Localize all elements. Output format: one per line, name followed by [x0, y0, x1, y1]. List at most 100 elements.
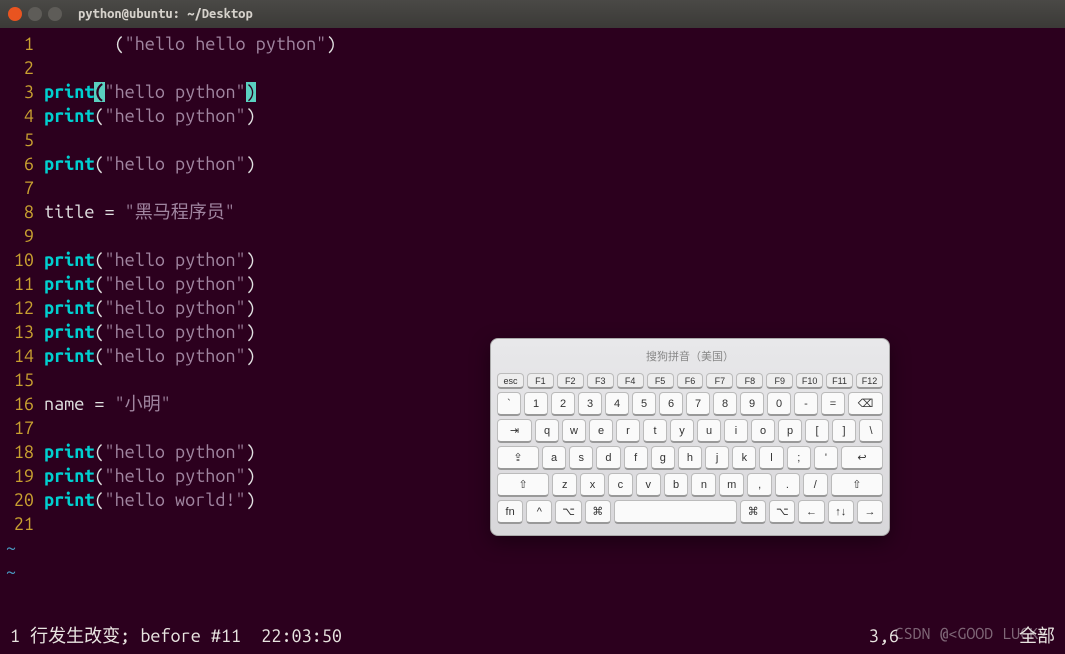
key-⇧[interactable]: ⇧ — [831, 473, 883, 497]
key-F9[interactable]: F9 — [766, 373, 793, 389]
terminal-editor[interactable]: 1 ("hello hello python")23print("hello p… — [0, 28, 1065, 654]
code-line[interactable]: 2 — [0, 56, 1065, 80]
key-k[interactable]: k — [732, 446, 756, 470]
key-d[interactable]: d — [596, 446, 620, 470]
key-y[interactable]: y — [670, 419, 694, 443]
key-/[interactable]: / — [803, 473, 828, 497]
code-line[interactable]: 1 ("hello hello python") — [0, 32, 1065, 56]
key-][interactable]: ] — [832, 419, 856, 443]
key-o[interactable]: o — [751, 419, 775, 443]
key-f[interactable]: f — [624, 446, 648, 470]
key-⌘[interactable]: ⌘ — [585, 500, 611, 524]
key-`[interactable]: ` — [497, 392, 521, 416]
code-line[interactable]: 7 — [0, 176, 1065, 200]
key-q[interactable]: q — [535, 419, 559, 443]
key-g[interactable]: g — [651, 446, 675, 470]
key-;[interactable]: ; — [787, 446, 811, 470]
key-z[interactable]: z — [552, 473, 577, 497]
code-line[interactable]: 5 — [0, 128, 1065, 152]
line-content[interactable]: print("hello python") — [44, 440, 256, 464]
key-4[interactable]: 4 — [605, 392, 629, 416]
line-content[interactable]: print("hello python") — [44, 80, 256, 104]
line-content[interactable]: print("hello python") — [44, 296, 256, 320]
code-line[interactable]: 11print("hello python") — [0, 272, 1065, 296]
line-content[interactable]: print("hello python") — [44, 320, 256, 344]
code-line[interactable]: 3print("hello python") — [0, 80, 1065, 104]
key-\[interactable]: \ — [859, 419, 883, 443]
key-'[interactable]: ' — [814, 446, 838, 470]
key-←[interactable]: ← — [798, 500, 824, 524]
line-content[interactable]: print("hello python") — [44, 152, 256, 176]
line-content[interactable]: print("hello python") — [44, 272, 256, 296]
key-⇪[interactable]: ⇪ — [497, 446, 539, 470]
code-line[interactable]: 9 — [0, 224, 1065, 248]
key-⌥[interactable]: ⌥ — [555, 500, 581, 524]
key-v[interactable]: v — [636, 473, 661, 497]
key-⌥[interactable]: ⌥ — [769, 500, 795, 524]
key-fn[interactable]: fn — [497, 500, 523, 524]
key-→[interactable]: → — [857, 500, 883, 524]
maximize-icon[interactable] — [48, 7, 62, 21]
key-⇥[interactable]: ⇥ — [497, 419, 532, 443]
key-i[interactable]: i — [724, 419, 748, 443]
key-F6[interactable]: F6 — [677, 373, 704, 389]
key-5[interactable]: 5 — [632, 392, 656, 416]
key-p[interactable]: p — [778, 419, 802, 443]
line-content[interactable]: print("hello python") — [44, 344, 256, 368]
key-↩[interactable]: ↩ — [841, 446, 883, 470]
onscreen-keyboard[interactable]: 搜狗拼音（美国） escF1F2F3F4F5F6F7F8F9F10F11F12`… — [490, 338, 890, 536]
key-,[interactable]: , — [747, 473, 772, 497]
key-s[interactable]: s — [569, 446, 593, 470]
key-w[interactable]: w — [562, 419, 586, 443]
key-2[interactable]: 2 — [551, 392, 575, 416]
key-n[interactable]: n — [691, 473, 716, 497]
key-e[interactable]: e — [589, 419, 613, 443]
close-icon[interactable] — [8, 7, 22, 21]
key-⇧[interactable]: ⇧ — [497, 473, 549, 497]
key-l[interactable]: l — [759, 446, 783, 470]
line-content[interactable]: print("hello python") — [44, 464, 256, 488]
key-x[interactable]: x — [580, 473, 605, 497]
key-F3[interactable]: F3 — [587, 373, 614, 389]
code-line[interactable]: 10print("hello python") — [0, 248, 1065, 272]
code-line[interactable]: 8title = "黑马程序员" — [0, 200, 1065, 224]
key-6[interactable]: 6 — [659, 392, 683, 416]
key-u[interactable]: u — [697, 419, 721, 443]
key-F4[interactable]: F4 — [617, 373, 644, 389]
line-content[interactable]: name = "小明" — [44, 392, 171, 416]
key-F8[interactable]: F8 — [736, 373, 763, 389]
key-F5[interactable]: F5 — [647, 373, 674, 389]
code-line[interactable]: 6print("hello python") — [0, 152, 1065, 176]
key-c[interactable]: c — [608, 473, 633, 497]
key-7[interactable]: 7 — [686, 392, 710, 416]
key-8[interactable]: 8 — [713, 392, 737, 416]
key-h[interactable]: h — [678, 446, 702, 470]
key-F11[interactable]: F11 — [826, 373, 853, 389]
minimize-icon[interactable] — [28, 7, 42, 21]
key-0[interactable]: 0 — [767, 392, 791, 416]
key-m[interactable]: m — [719, 473, 744, 497]
key-F12[interactable]: F12 — [856, 373, 883, 389]
key-space[interactable] — [614, 500, 737, 524]
key-F10[interactable]: F10 — [796, 373, 823, 389]
key-F2[interactable]: F2 — [557, 373, 584, 389]
line-content[interactable]: print("hello python") — [44, 248, 256, 272]
key--[interactable]: - — [794, 392, 818, 416]
key-1[interactable]: 1 — [524, 392, 548, 416]
key-[[interactable]: [ — [805, 419, 829, 443]
line-content[interactable]: ("hello hello python") — [44, 32, 336, 56]
key-t[interactable]: t — [643, 419, 667, 443]
key-⌫[interactable]: ⌫ — [848, 392, 883, 416]
key-3[interactable]: 3 — [578, 392, 602, 416]
key-9[interactable]: 9 — [740, 392, 764, 416]
key-=[interactable]: = — [821, 392, 845, 416]
key-r[interactable]: r — [616, 419, 640, 443]
key-.[interactable]: . — [775, 473, 800, 497]
key-^[interactable]: ^ — [526, 500, 552, 524]
code-line[interactable]: 4print("hello python") — [0, 104, 1065, 128]
key-b[interactable]: b — [664, 473, 689, 497]
line-content[interactable]: print("hello python") — [44, 104, 256, 128]
key-j[interactable]: j — [705, 446, 729, 470]
key-↑↓[interactable]: ↑↓ — [828, 500, 854, 524]
key-F7[interactable]: F7 — [706, 373, 733, 389]
